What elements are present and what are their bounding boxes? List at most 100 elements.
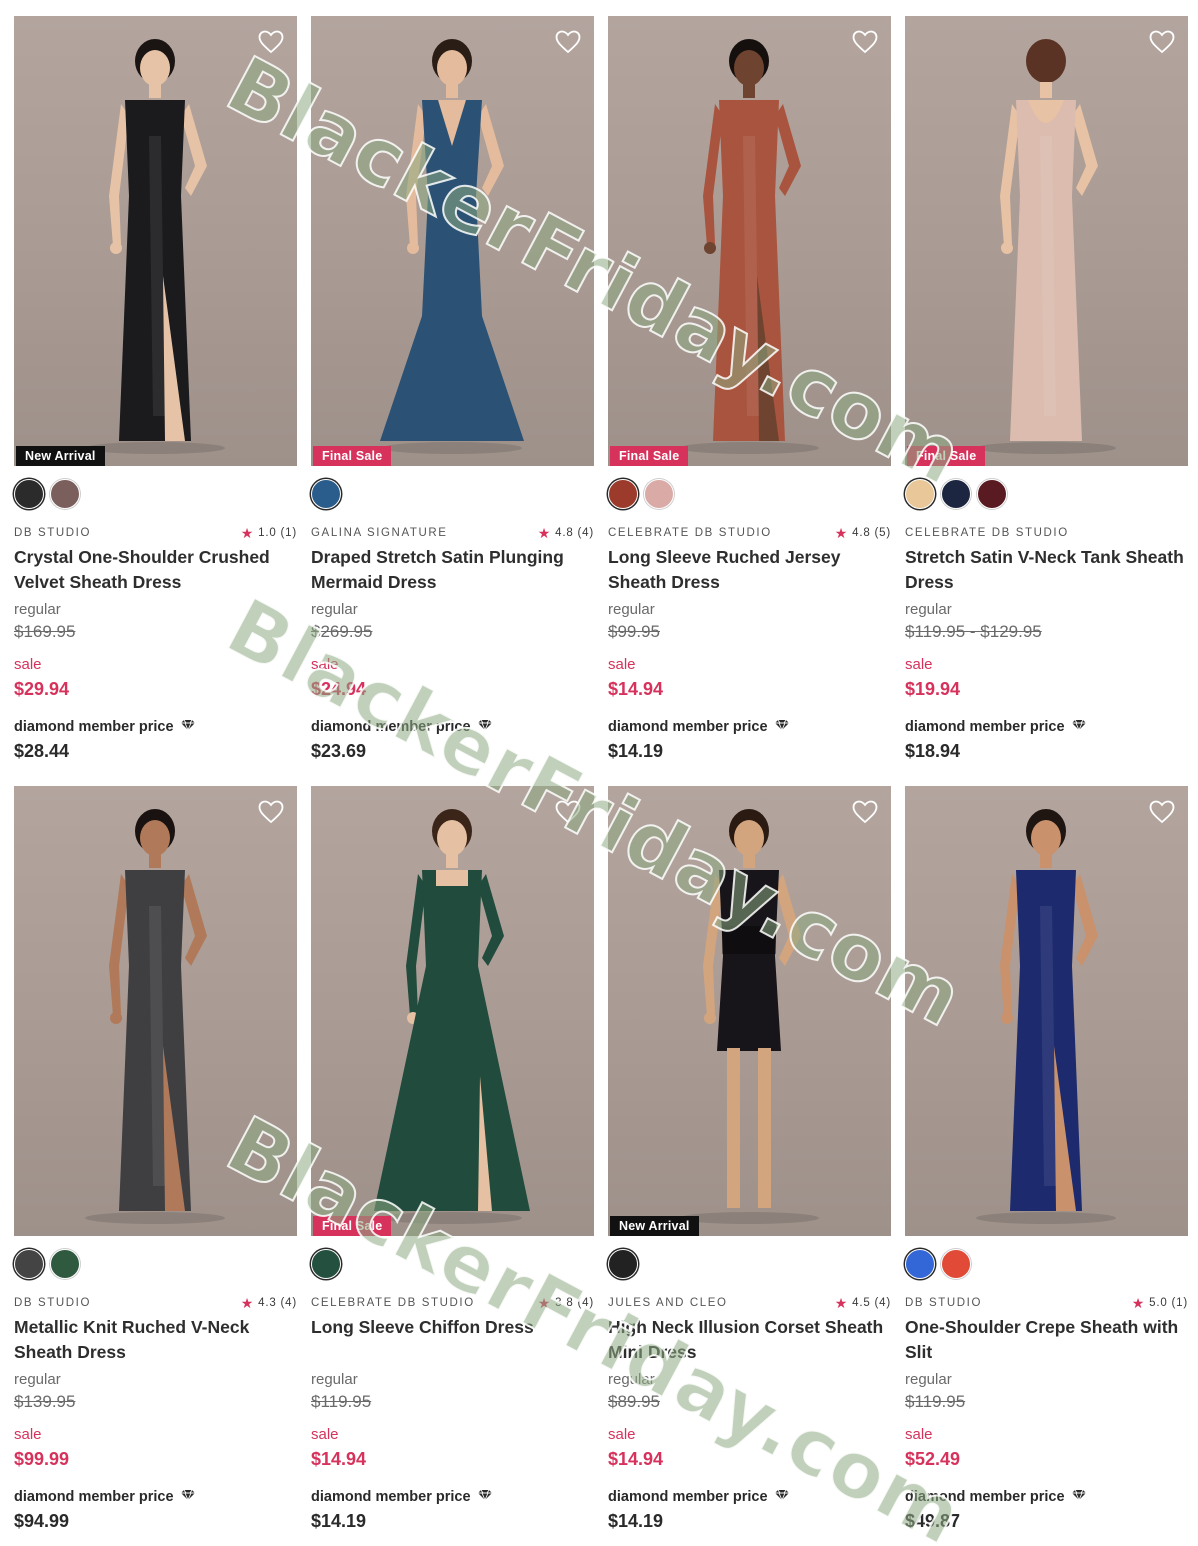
heart-icon[interactable] bbox=[555, 30, 581, 54]
product-image[interactable]: Final Sale bbox=[608, 16, 891, 466]
color-swatch[interactable] bbox=[50, 479, 80, 509]
rating[interactable]: ★ 4.3 (4) bbox=[241, 1296, 297, 1310]
regular-price: $119.95 bbox=[311, 1392, 372, 1411]
rating[interactable]: ★ 5.0 (1) bbox=[1132, 1296, 1188, 1310]
member-label-text: diamond member price bbox=[608, 719, 768, 735]
member-label-text: diamond member price bbox=[905, 1489, 1065, 1505]
diamond-icon bbox=[180, 1489, 196, 1505]
product-title[interactable]: Draped Stretch Satin Plunging Mermaid Dr… bbox=[311, 545, 594, 595]
rating-value: 4.5 bbox=[852, 1297, 871, 1309]
model-photo bbox=[380, 39, 524, 454]
star-icon: ★ bbox=[834, 1295, 849, 1311]
member-price: $14.19 bbox=[608, 741, 664, 761]
sale-price: $52.49 bbox=[905, 1449, 961, 1469]
product-meta: DB STUDIO ★ 1.0 (1) bbox=[14, 525, 297, 541]
product-card[interactable]: DB STUDIO ★ 4.3 (4) Metallic Knit Ruched V-N… bbox=[14, 786, 297, 1546]
color-swatch[interactable] bbox=[644, 479, 674, 509]
heart-icon[interactable] bbox=[258, 800, 284, 824]
diamond-icon bbox=[1071, 1489, 1087, 1505]
review-count: (4) bbox=[577, 527, 594, 539]
product-title[interactable]: Long Sleeve Ruched Jersey Sheath Dress bbox=[608, 545, 891, 595]
color-swatch[interactable] bbox=[941, 1249, 971, 1279]
star-icon: ★ bbox=[537, 525, 552, 541]
heart-icon[interactable] bbox=[555, 800, 581, 824]
color-swatch[interactable] bbox=[311, 1249, 341, 1279]
heart-icon[interactable] bbox=[1149, 800, 1175, 824]
member-label-text: diamond member price bbox=[608, 1489, 768, 1505]
diamond-icon bbox=[477, 1489, 493, 1505]
rating[interactable]: ★ 4.8 (4) bbox=[538, 526, 594, 540]
heart-icon[interactable] bbox=[852, 800, 878, 824]
rating-value: 1.0 bbox=[258, 527, 277, 539]
sale-label: sale bbox=[14, 656, 42, 673]
member-price-label: diamond member price bbox=[311, 1487, 594, 1507]
review-count: (1) bbox=[280, 527, 297, 539]
status-badge: Final Sale bbox=[313, 1216, 392, 1236]
product-card[interactable]: Final Sale CELEBRATE DB STUDIO ★ 3.8 (4) Long… bbox=[311, 786, 594, 1546]
rating[interactable]: ★ 3.8 (4) bbox=[538, 1296, 594, 1310]
member-label-text: diamond member price bbox=[311, 1489, 471, 1505]
heart-icon[interactable] bbox=[852, 30, 878, 54]
product-image[interactable]: Final Sale bbox=[311, 786, 594, 1236]
member-price: $14.19 bbox=[608, 1511, 664, 1531]
product-image[interactable]: Final Sale bbox=[905, 16, 1188, 466]
product-card[interactable]: Final Sale CELEBRATE DB STUDIO ★ 4.8 (5) Long… bbox=[608, 16, 891, 786]
sale-label: sale bbox=[905, 1426, 933, 1443]
product-image[interactable]: New Arrival bbox=[608, 786, 891, 1236]
color-swatch[interactable] bbox=[905, 1249, 935, 1279]
model-photo bbox=[679, 809, 819, 1224]
product-title[interactable]: Long Sleeve Chiffon Dress bbox=[311, 1315, 594, 1365]
product-meta: DB STUDIO ★ 4.3 (4) bbox=[14, 1295, 297, 1311]
product-image[interactable] bbox=[905, 786, 1188, 1236]
member-label-text: diamond member price bbox=[905, 719, 1065, 735]
product-image[interactable] bbox=[14, 786, 297, 1236]
product-card[interactable]: Final Sale CELEBRATE DB STUDIO Stretch Sat… bbox=[905, 16, 1188, 786]
status-badge: Final Sale bbox=[610, 446, 689, 466]
product-title[interactable]: Metallic Knit Ruched V-Neck Sheath Dress bbox=[14, 1315, 297, 1365]
sale-label: sale bbox=[608, 656, 636, 673]
color-swatch[interactable] bbox=[50, 1249, 80, 1279]
sale-label: sale bbox=[905, 656, 933, 673]
review-count: (4) bbox=[874, 1297, 891, 1309]
color-swatch[interactable] bbox=[14, 479, 44, 509]
rating[interactable]: ★ 1.0 (1) bbox=[241, 526, 297, 540]
regular-price: $269.95 bbox=[311, 622, 373, 641]
sale-price: $99.99 bbox=[14, 1449, 70, 1469]
member-price: $49.87 bbox=[905, 1511, 961, 1531]
status-badge: Final Sale bbox=[907, 446, 986, 466]
color-swatch[interactable] bbox=[14, 1249, 44, 1279]
heart-icon[interactable] bbox=[1149, 30, 1175, 54]
heart-icon[interactable] bbox=[258, 30, 284, 54]
product-card[interactable]: DB STUDIO ★ 5.0 (1) One-Shoulder Crepe Sheat… bbox=[905, 786, 1188, 1546]
review-count: (4) bbox=[577, 1297, 594, 1309]
member-price-label: diamond member price bbox=[14, 717, 297, 737]
color-swatches bbox=[14, 479, 297, 509]
product-meta: DB STUDIO ★ 5.0 (1) bbox=[905, 1295, 1188, 1311]
product-image[interactable]: New Arrival bbox=[14, 16, 297, 466]
rating[interactable]: ★ 4.8 (5) bbox=[835, 526, 891, 540]
member-price: $18.94 bbox=[905, 741, 961, 761]
sale-label: sale bbox=[608, 1426, 636, 1443]
brand-name: CELEBRATE DB STUDIO bbox=[608, 527, 772, 539]
model-photo bbox=[85, 39, 225, 454]
sale-price: $29.94 bbox=[14, 679, 70, 699]
sale-price: $19.94 bbox=[905, 679, 961, 699]
product-image[interactable]: Final Sale bbox=[311, 16, 594, 466]
review-count: (1) bbox=[1171, 1297, 1188, 1309]
product-card[interactable]: Final Sale GALINA SIGNATURE ★ 4.8 (4) Draped … bbox=[311, 16, 594, 786]
rating[interactable]: ★ 4.5 (4) bbox=[835, 1296, 891, 1310]
product-card[interactable]: New Arrival DB STUDIO ★ 1.0 (1) Crystal One-S… bbox=[14, 16, 297, 786]
product-title[interactable]: Stretch Satin V-Neck Tank Sheath Dress bbox=[905, 545, 1188, 595]
color-swatch[interactable] bbox=[905, 479, 935, 509]
product-title[interactable]: One-Shoulder Crepe Sheath with Slit bbox=[905, 1315, 1188, 1365]
color-swatch[interactable] bbox=[608, 479, 638, 509]
color-swatch[interactable] bbox=[608, 1249, 638, 1279]
sale-label: sale bbox=[311, 1426, 339, 1443]
product-title[interactable]: Crystal One-Shoulder Crushed Velvet Shea… bbox=[14, 545, 297, 595]
color-swatch[interactable] bbox=[941, 479, 971, 509]
product-card[interactable]: New Arrival JULES AND CLEO ★ 4.5 (4) High Nec… bbox=[608, 786, 891, 1546]
color-swatch[interactable] bbox=[311, 479, 341, 509]
regular-price: $139.95 bbox=[14, 1392, 76, 1411]
color-swatch[interactable] bbox=[977, 479, 1007, 509]
product-title[interactable]: High Neck Illusion Corset Sheath Mini Dr… bbox=[608, 1315, 891, 1365]
